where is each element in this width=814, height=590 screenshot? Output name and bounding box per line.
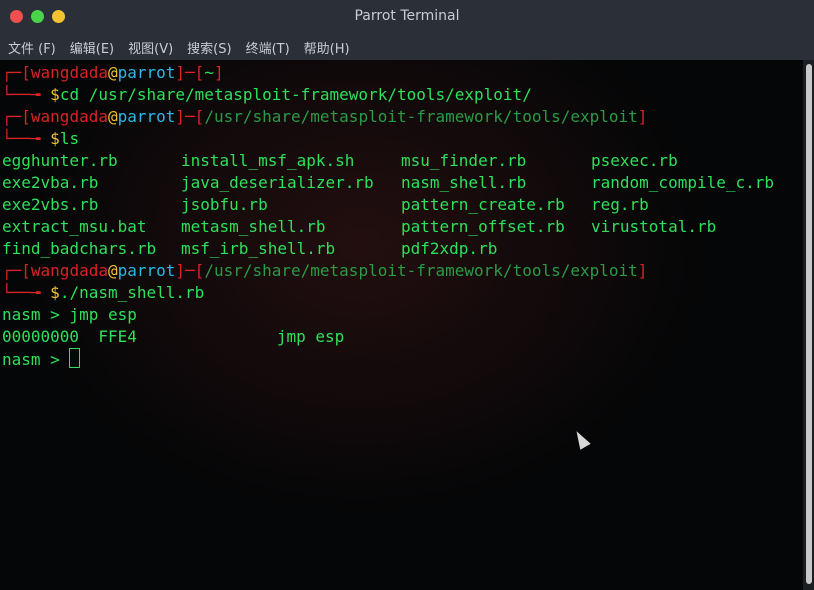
ls-entry: msf_irb_shell.rb [181,239,336,258]
menu-terminal[interactable]: 终端(T) [246,38,290,57]
ls-entry: pattern_offset.rb [401,217,565,236]
nasm-asm: jmp esp [276,327,345,346]
nasm-input-line: nasm > jmp esp [2,305,137,324]
command-line: └──╼ $ls [2,129,80,148]
prompt-user: wangdada [30,107,108,126]
prompt-line: ┌─[wangdada@parrot]─[~] [2,63,224,82]
command-text: cd /usr/share/metasploit-framework/tools… [59,85,532,104]
ls-entry: jsobfu.rb [181,195,268,214]
nasm-output-line: 00000000 FFE4 jmp esp [2,326,344,348]
prompt-user: wangdada [30,261,108,280]
terminal-window: Parrot Terminal 文件 (F) 编辑(E) 视图(V) 搜索(S)… [0,0,814,590]
scroll-thumb[interactable] [806,64,812,584]
nasm-prompt: nasm > [2,350,70,369]
ls-entry: extract_msu.bat [2,217,147,236]
window-title: Parrot Terminal [354,8,460,24]
ls-entry: psexec.rb [591,151,678,170]
scrollbar[interactable] [803,60,814,590]
ls-entry: pattern_create.rb [401,195,565,214]
nasm-opcode: FFE4 [98,327,137,346]
prompt-line: ┌─[wangdada@parrot]─[/usr/share/metasplo… [2,261,648,280]
prompt-host: parrot [117,107,176,126]
prompt-user: wangdada [30,63,108,82]
menu-search[interactable]: 搜索(S) [187,38,231,57]
ls-entry: nasm_shell.rb [401,173,527,192]
ls-entry: exe2vbs.rb [2,195,99,214]
prompt-dir: /usr/share/metasploit-framework/tools/ex… [204,261,638,280]
ls-entry: egghunter.rb [2,151,118,170]
prompt-host: parrot [117,63,176,82]
command-line: └──╼ $./nasm_shell.rb [2,283,205,302]
ls-entry: metasm_shell.rb [181,217,326,236]
prompt-dir: /usr/share/metasploit-framework/tools/ex… [204,107,638,126]
ls-entry: install_msf_apk.sh [181,151,355,170]
ls-entry: msu_finder.rb [401,151,527,170]
nasm-prompt-line[interactable]: nasm > [2,348,81,370]
menu-help[interactable]: 帮助(H) [304,38,350,57]
menu-bar: 文件 (F) 编辑(E) 视图(V) 搜索(S) 终端(T) 帮助(H) [0,34,814,60]
ls-entry: random_compile_c.rb [591,173,775,192]
ls-entry: reg.rb [591,195,649,214]
prompt-host: parrot [117,261,176,280]
ls-entry: pdf2xdp.rb [401,239,498,258]
title-bar: Parrot Terminal [0,0,814,34]
menu-view[interactable]: 视图(V) [128,38,173,57]
command-text: ls [59,129,80,148]
command-text: ./nasm_shell.rb [59,283,205,302]
command-line: └──╼ $cd /usr/share/metasploit-framework… [2,85,532,104]
terminal-output[interactable]: ┌─[wangdada@parrot]─[~] └──╼ $cd /usr/sh… [0,60,803,590]
ls-entry: virustotal.rb [591,217,717,236]
ls-entry: find_badchars.rb [2,239,157,258]
prompt-line: ┌─[wangdada@parrot]─[/usr/share/metasplo… [2,107,648,126]
nasm-address: 00000000 [2,327,80,346]
text-cursor [69,348,81,368]
ls-entry: java_deserializer.rb [181,173,374,192]
ls-entry: exe2vba.rb [2,173,99,192]
menu-file[interactable]: 文件 (F) [8,38,56,57]
prompt-dir: ~ [204,63,214,82]
menu-edit[interactable]: 编辑(E) [70,38,114,57]
